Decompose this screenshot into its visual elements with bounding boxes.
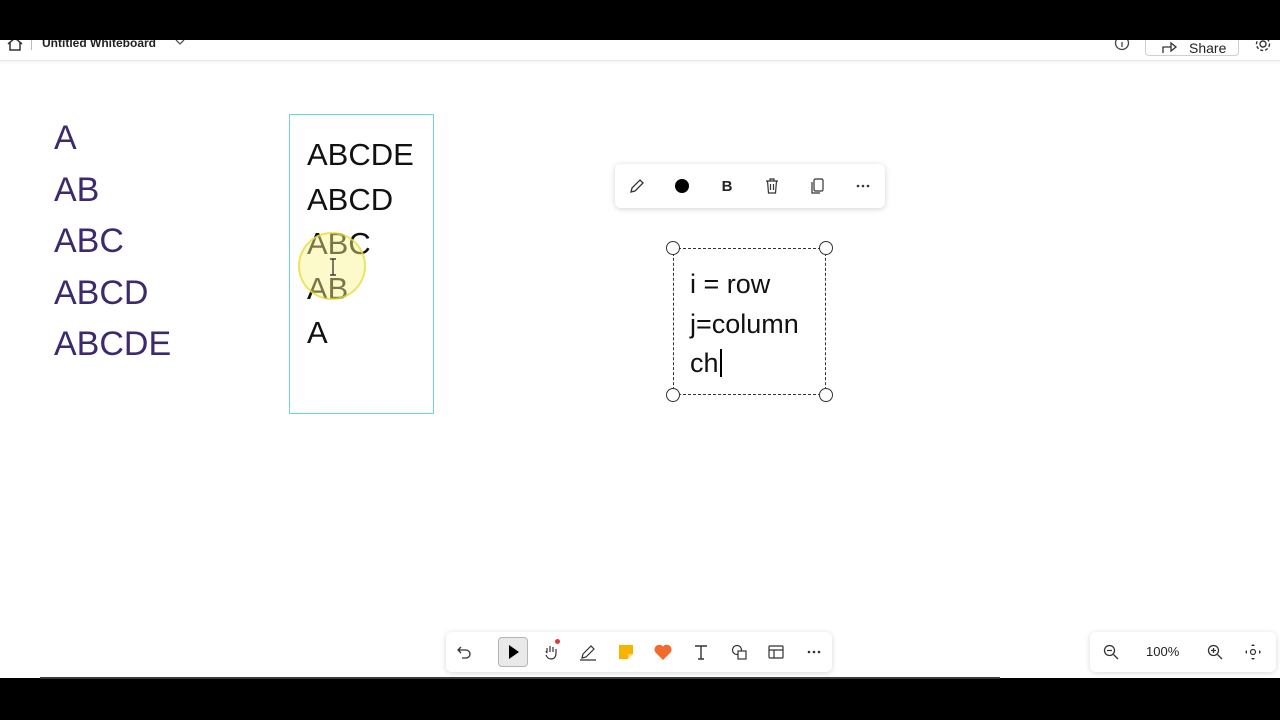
shapes-tool-button[interactable] [724, 637, 754, 667]
whiteboard-app: Untitled Whiteboard Share A AB ABC ABCD … [0, 40, 1280, 678]
text-cursor-icon [330, 258, 336, 276]
selected-text-box[interactable]: i = row j=column ch [666, 241, 833, 402]
zoom-controls: 100% [1090, 632, 1276, 672]
pen-icon [580, 645, 596, 661]
sticky-note-button[interactable] [611, 637, 641, 667]
fit-screen-icon [1245, 644, 1261, 660]
delete-button[interactable] [761, 175, 783, 197]
resize-handle-top-left[interactable] [666, 241, 680, 255]
video-progress-line [40, 677, 1000, 679]
recording-dot [555, 639, 560, 644]
pattern-line: A [307, 315, 328, 350]
shapes-icon [731, 644, 747, 660]
template-icon [768, 645, 784, 659]
pattern-line: ABCDE [54, 325, 172, 363]
pattern-line: ABC [54, 222, 124, 260]
zoom-in-button[interactable] [1205, 642, 1225, 662]
resize-handle-bottom-right[interactable] [819, 388, 833, 402]
text-tool-button[interactable] [686, 637, 716, 667]
text-line: i = row [690, 269, 771, 299]
undo-button[interactable] [449, 637, 479, 667]
copy-icon [811, 178, 824, 194]
text-line-value: ch [690, 348, 719, 378]
select-pointer-icon [509, 645, 519, 659]
top-header: Untitled Whiteboard Share [0, 40, 1280, 61]
board-title[interactable]: Untitled Whiteboard [42, 40, 156, 50]
copy-button[interactable] [807, 175, 829, 197]
info-icon[interactable] [1114, 40, 1130, 51]
edit-button[interactable] [626, 175, 648, 197]
zoom-out-button[interactable] [1101, 642, 1121, 662]
left-pattern-text[interactable]: A AB ABC ABCD ABCDE [54, 113, 171, 371]
text-line: j=column [690, 308, 799, 339]
more-options-button[interactable] [852, 175, 874, 197]
pattern-line: AB [54, 170, 100, 209]
more-icon [807, 650, 821, 654]
color-dot-icon [675, 179, 689, 193]
zoom-in-icon [1207, 644, 1223, 660]
tool-dock [446, 632, 832, 672]
trash-icon [766, 178, 778, 194]
pattern-line: ABCD [307, 181, 394, 217]
text-line: ch [690, 344, 799, 384]
text-caret [719, 349, 722, 377]
hand-pan-icon [545, 646, 557, 660]
text-tool-icon [695, 645, 707, 660]
zoom-level[interactable]: 100% [1146, 644, 1179, 659]
chevron-down-icon[interactable] [174, 40, 186, 47]
pattern-line: ABCD [54, 273, 149, 312]
text-format-toolbar: B [615, 164, 885, 208]
sticky-note-icon [619, 645, 633, 659]
more-tools-button[interactable] [799, 637, 829, 667]
color-button[interactable] [671, 175, 693, 197]
more-icon [856, 184, 870, 188]
bold-icon: B [721, 177, 733, 195]
zoom-out-icon [1103, 644, 1119, 660]
reaction-button[interactable] [648, 637, 678, 667]
gear-icon[interactable] [1254, 40, 1272, 53]
pan-tool-button[interactable] [536, 637, 566, 667]
share-icon [1162, 41, 1178, 53]
pen-tool-button[interactable] [573, 637, 603, 667]
heart-reaction-icon [654, 644, 672, 660]
resize-handle-top-right[interactable] [819, 241, 833, 255]
bold-button[interactable]: B [716, 175, 738, 197]
share-button[interactable]: Share [1145, 40, 1239, 56]
resize-handle-bottom-left[interactable] [666, 388, 680, 402]
templates-button[interactable] [761, 637, 791, 667]
home-icon[interactable] [6, 40, 24, 52]
share-label: Share [1189, 40, 1227, 56]
undo-icon [457, 646, 471, 659]
header-divider [31, 40, 32, 50]
fit-to-screen-button[interactable] [1243, 642, 1263, 662]
pencil-icon [630, 179, 644, 193]
pattern-line: A [54, 119, 77, 157]
pattern-line: ABCDE [307, 137, 414, 172]
text-box-content[interactable]: i = row j=column ch [690, 265, 799, 384]
select-tool-button[interactable] [498, 637, 528, 667]
